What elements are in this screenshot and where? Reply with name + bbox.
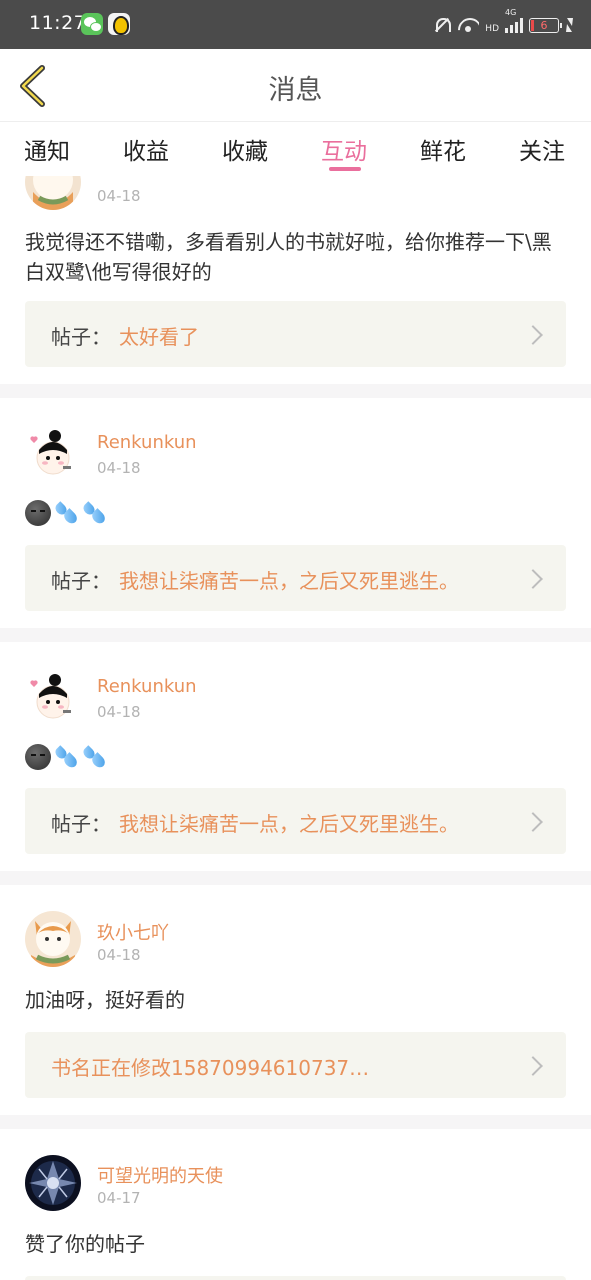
post-link[interactable] bbox=[25, 1276, 566, 1280]
divider bbox=[0, 384, 591, 398]
page-title: 消息 bbox=[268, 75, 323, 106]
status-time: 11:27 bbox=[29, 12, 87, 34]
dark-moon-face-icon bbox=[25, 500, 51, 526]
wifi-icon bbox=[457, 17, 479, 33]
username[interactable]: 可望光明的天使 bbox=[97, 1162, 223, 1188]
divider bbox=[0, 871, 591, 885]
bell-muted-icon bbox=[433, 16, 452, 34]
signal-icon: 4G bbox=[505, 8, 523, 33]
post-title: 我想让柒痛苦一点，之后又死里逃生。 bbox=[119, 812, 459, 836]
item-date: 04-18 bbox=[97, 946, 141, 964]
interaction-feed[interactable]: 04-18 我觉得还不错嘞，多看看别人的书就好啦，给你推荐一下\黑白双鹭\他写得… bbox=[0, 176, 591, 1280]
header-bar: 消息 bbox=[0, 49, 591, 122]
charging-icon bbox=[565, 18, 573, 32]
avatar[interactable] bbox=[25, 424, 81, 480]
status-bar: 11:27 HD 4G 6 bbox=[0, 0, 591, 49]
qq-notification-icon bbox=[108, 13, 130, 35]
post-prefix: 帖子： bbox=[51, 325, 111, 349]
comment-text: 加油呀，挺好看的 bbox=[25, 988, 185, 1012]
avatar[interactable] bbox=[25, 668, 81, 724]
sweat-droplets-icon bbox=[53, 500, 80, 526]
battery-icon: 6 bbox=[529, 17, 562, 33]
sweat-droplets-icon bbox=[53, 744, 80, 770]
tab-notifications[interactable]: 通知 bbox=[24, 132, 70, 166]
username[interactable]: Renkunkun bbox=[97, 676, 197, 697]
wechat-notification-icon bbox=[81, 13, 103, 35]
post-title: 太好看了 bbox=[119, 325, 199, 349]
chevron-right-icon bbox=[528, 567, 542, 589]
comment-text: 我觉得还不错嘞，多看看别人的书就好啦，给你推荐一下\黑白双鹭\他写得很好的 bbox=[25, 230, 552, 284]
tab-follows[interactable]: 关注 bbox=[519, 132, 565, 166]
avatar[interactable] bbox=[25, 911, 81, 967]
chevron-right-icon bbox=[528, 1054, 542, 1076]
avatar[interactable] bbox=[25, 176, 81, 210]
item-date: 04-18 bbox=[97, 459, 141, 477]
post-prefix: 帖子： bbox=[51, 569, 111, 593]
tab-earnings[interactable]: 收益 bbox=[123, 132, 169, 166]
divider bbox=[0, 1115, 591, 1129]
post-title: 我想让柒痛苦一点，之后又死里逃生。 bbox=[119, 569, 459, 593]
dark-moon-face-icon bbox=[25, 744, 51, 770]
post-link[interactable]: 帖子： 我想让柒痛苦一点，之后又死里逃生。 bbox=[25, 545, 566, 611]
post-link[interactable]: 书名正在修改15870994610737… bbox=[25, 1032, 566, 1098]
active-tab-indicator bbox=[329, 167, 361, 171]
hd-label: HD bbox=[485, 24, 499, 34]
emoji-comment bbox=[25, 500, 108, 528]
tab-bar: 通知 收益 收藏 互动 鲜花 关注 bbox=[0, 122, 591, 176]
item-date: 04-18 bbox=[97, 703, 141, 721]
username[interactable]: Renkunkun bbox=[97, 432, 197, 453]
tab-interactions[interactable]: 互动 bbox=[321, 132, 367, 166]
chevron-right-icon bbox=[528, 810, 542, 832]
status-indicators: HD 4G 6 bbox=[433, 8, 573, 38]
sweat-droplets-icon bbox=[81, 744, 108, 770]
post-link[interactable]: 帖子： 太好看了 bbox=[25, 301, 566, 367]
tab-favorites[interactable]: 收藏 bbox=[222, 132, 268, 166]
post-prefix: 帖子： bbox=[51, 812, 111, 836]
post-title: 书名正在修改15870994610737… bbox=[51, 1056, 370, 1080]
divider bbox=[0, 628, 591, 642]
sweat-droplets-icon bbox=[81, 500, 108, 526]
post-link[interactable]: 帖子： 我想让柒痛苦一点，之后又死里逃生。 bbox=[25, 788, 566, 854]
emoji-comment bbox=[25, 744, 108, 772]
chevron-right-icon bbox=[528, 323, 542, 345]
item-date: 04-18 bbox=[97, 187, 141, 205]
battery-level: 6 bbox=[540, 18, 548, 32]
item-date: 04-17 bbox=[97, 1189, 141, 1207]
avatar[interactable] bbox=[25, 1155, 81, 1211]
username[interactable]: 玖小七吖 bbox=[97, 919, 169, 945]
tab-flowers[interactable]: 鲜花 bbox=[420, 132, 466, 166]
network-type: 4G bbox=[505, 8, 517, 17]
comment-text: 赞了你的帖子 bbox=[25, 1232, 145, 1256]
